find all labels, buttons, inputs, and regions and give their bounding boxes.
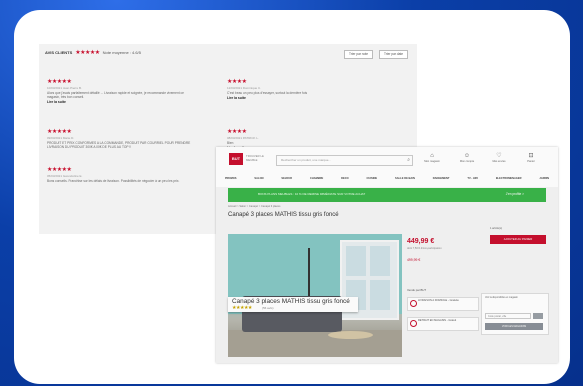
review-meta: 12/03/2021 Dominique C. <box>227 86 262 90</box>
review-text: Bons conseils. Franchise sur les délais … <box>47 179 180 183</box>
review-stars: ★★★★★ <box>47 129 72 135</box>
review-text: Bien <box>227 141 234 145</box>
review-stars: ★★★★★ <box>47 79 72 85</box>
review-item: ★★★★★ 09/03/2021 Marie D. PRODUIT ET PRI… <box>47 128 197 149</box>
review-text: Alors que j'avais parfaitement détaillé … <box>47 91 184 99</box>
review-stars: ★★★★ <box>227 79 247 85</box>
read-more-link[interactable]: Lire la suite <box>47 100 197 104</box>
sort-by-date-button[interactable]: Trier par date <box>379 50 409 59</box>
review-item: ★★★★★ 05/03/2021 Gwendoline E. Bons cons… <box>47 166 217 183</box>
reviews-header: AVIS CLIENTS ★★★★★ Note moyenne : 4.6/5 <box>45 49 141 56</box>
reviews-heading: AVIS CLIENTS <box>45 50 73 55</box>
review-item: ★★★★★ 10/03/2021 Jean Pierre B. Alors qu… <box>47 78 197 104</box>
review-text: PRODUIT ET PRIX CONFORMES A LA COMMANDE,… <box>47 141 191 149</box>
review-meta: 09/03/2021 Marie D. <box>47 136 75 140</box>
product-page: BUT TROUVER LE MEUBLE Rechercher un prod… <box>216 147 558 363</box>
read-more-link[interactable]: Lire la suite <box>227 96 377 100</box>
screenshot-card: AVIS CLIENTS ★★★★★ Note moyenne : 4.6/5 … <box>14 10 570 384</box>
review-stars: ★★★★ <box>227 129 247 135</box>
review-item: ★★★★ 12/03/2021 Dominique C. C'est beau … <box>227 78 377 100</box>
review-meta: 10/03/2021 Jean Pierre B. <box>47 86 82 90</box>
review-text: C'est beau un peu plus d'essayer, surtou… <box>227 91 308 95</box>
review-meta: 08/03/2021 PATRICK L. <box>227 136 259 140</box>
rating-note: Note moyenne : 4.6/5 <box>102 50 141 55</box>
rating-stars: ★★★★★ <box>75 50 100 56</box>
review-stars: ★★★★★ <box>47 167 72 173</box>
review-meta: 05/03/2021 Gwendoline E. <box>47 174 83 178</box>
sort-by-rating-button[interactable]: Trier par note <box>344 50 374 59</box>
